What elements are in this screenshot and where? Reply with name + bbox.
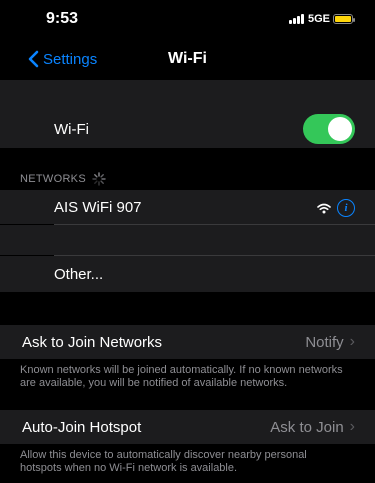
- empty-network-row: [0, 225, 375, 255]
- ask-to-join-label: Ask to Join Networks: [22, 333, 163, 351]
- ask-to-join-footer: Known networks will be joined automatica…: [20, 364, 343, 389]
- network-name: AIS WiFi 907: [54, 198, 142, 216]
- wifi-toggle-switch[interactable]: [303, 114, 355, 144]
- other-network-label: Other...: [54, 265, 104, 283]
- other-network-row[interactable]: Other...: [0, 256, 375, 292]
- status-indicators: 5GE: [288, 13, 355, 25]
- auto-join-hotspot-footer: Allow this device to automatically disco…: [20, 449, 307, 474]
- section-spacer: [0, 80, 375, 110]
- network-row[interactable]: AIS WiFi 907 i: [0, 190, 375, 224]
- navigation-bar: Settings Wi-Fi: [0, 44, 375, 80]
- networks-section-header: NETWORKS: [20, 172, 106, 186]
- networks-header-label: NETWORKS: [20, 173, 86, 185]
- ask-to-join-value: Notify: [305, 333, 344, 351]
- battery-icon: [333, 14, 355, 24]
- status-time: 9:53: [46, 10, 79, 27]
- chevron-right-icon: ›: [349, 418, 355, 435]
- network-type: 5GE: [307, 13, 330, 25]
- network-info-icon[interactable]: i: [337, 199, 355, 217]
- chevron-right-icon: ›: [349, 333, 355, 350]
- page-title: Wi-Fi: [168, 50, 207, 67]
- auto-join-hotspot-label: Auto-Join Hotspot: [22, 418, 142, 436]
- wifi-toggle-label: Wi-Fi: [54, 120, 89, 138]
- auto-join-hotspot-row[interactable]: Auto-Join Hotspot Ask to Join ›: [0, 410, 375, 444]
- auto-join-hotspot-value: Ask to Join: [270, 418, 344, 436]
- wifi-signal-icon: [317, 203, 331, 213]
- status-bar: 9:53 5GE: [0, 0, 375, 40]
- loading-spinner-icon: [92, 172, 106, 186]
- ask-to-join-row[interactable]: Ask to Join Networks Notify ›: [0, 325, 375, 359]
- wifi-toggle-row: Wi-Fi: [0, 110, 375, 148]
- signal-icon: [288, 14, 304, 24]
